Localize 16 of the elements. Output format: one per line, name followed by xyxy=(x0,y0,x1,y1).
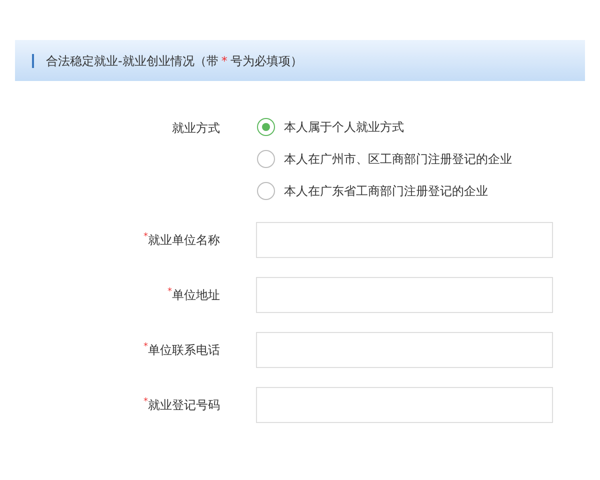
input-field[interactable] xyxy=(256,277,553,313)
field-label: *就业单位名称 xyxy=(144,231,220,249)
radio-button[interactable] xyxy=(257,118,275,136)
radio-option[interactable]: 本人在广东省工商部门注册登记的企业 xyxy=(257,182,512,200)
radio-button[interactable] xyxy=(257,182,275,200)
field-label: *就业登记号码 xyxy=(144,396,220,414)
input-field[interactable] xyxy=(256,222,553,258)
radio-option[interactable]: 本人属于个人就业方式 xyxy=(257,118,512,136)
radio-option[interactable]: 本人在广州市、区工商部门注册登记的企业 xyxy=(257,150,512,168)
field-label: 就业方式 xyxy=(172,120,220,137)
section-title: 合法稳定就业-就业创业情况（带 * 号为必填项） xyxy=(46,52,302,70)
input-field[interactable] xyxy=(256,332,553,368)
input-field[interactable] xyxy=(256,387,553,423)
radio-button[interactable] xyxy=(257,150,275,168)
field-label: *单位联系电话 xyxy=(144,341,220,359)
field-label: *单位地址 xyxy=(168,286,220,304)
